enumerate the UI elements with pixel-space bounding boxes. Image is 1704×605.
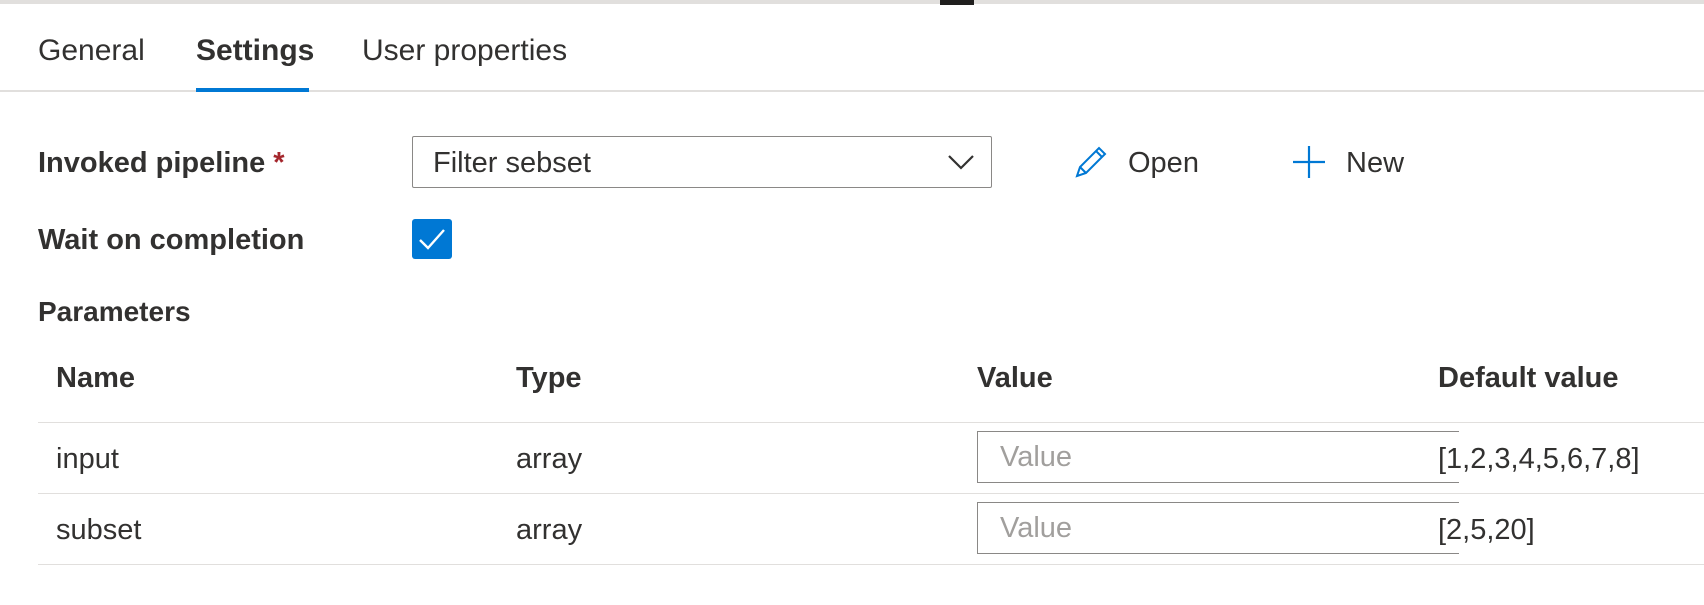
- param-name: subset: [56, 514, 142, 546]
- tab-settings[interactable]: Settings: [196, 34, 314, 68]
- param-type: array: [516, 514, 583, 546]
- param-name: input: [56, 443, 119, 475]
- tab-bar: General Settings User properties: [0, 4, 1704, 92]
- wait-on-completion-label: Wait on completion: [38, 224, 305, 256]
- parameters-section-title: Parameters: [38, 296, 191, 327]
- param-default-value: [1,2,3,4,5,6,7,8]: [1438, 443, 1640, 475]
- table-header-row: Name Type Value Default value: [38, 350, 1704, 423]
- column-header-default-value: Default value: [1438, 362, 1619, 394]
- invoked-pipeline-label-text: Invoked pipeline: [38, 147, 266, 179]
- param-default-value: [2,5,20]: [1438, 514, 1535, 546]
- table-row: input array [1,2,3,4,5,6,7,8]: [38, 423, 1704, 494]
- active-tab-indicator: [196, 88, 309, 92]
- chevron-down-icon: [948, 155, 974, 170]
- open-button-label: Open: [1128, 147, 1199, 179]
- wait-on-completion-checkbox[interactable]: [412, 219, 452, 259]
- param-value-input[interactable]: [977, 502, 1459, 554]
- tab-general[interactable]: General: [38, 34, 145, 68]
- checkmark-icon: [419, 229, 445, 250]
- required-marker: *: [273, 147, 285, 179]
- table-row: subset array [2,5,20]: [38, 494, 1704, 565]
- new-button-label: New: [1346, 147, 1405, 179]
- new-button[interactable]: New: [1290, 141, 1410, 185]
- invoked-pipeline-label: Invoked pipeline *: [38, 147, 285, 180]
- column-header-type: Type: [516, 362, 582, 394]
- tab-user-properties[interactable]: User properties: [362, 34, 567, 68]
- param-value-input[interactable]: [977, 431, 1459, 483]
- column-header-name: Name: [56, 362, 135, 394]
- plus-icon: [1293, 146, 1325, 178]
- invoked-pipeline-selected-value: Filter sebset: [433, 147, 591, 179]
- pencil-icon: [1075, 146, 1107, 178]
- param-type: array: [516, 443, 583, 475]
- open-button[interactable]: Open: [1072, 141, 1202, 185]
- column-header-value: Value: [977, 362, 1053, 394]
- invoked-pipeline-select[interactable]: Filter sebset: [412, 136, 992, 188]
